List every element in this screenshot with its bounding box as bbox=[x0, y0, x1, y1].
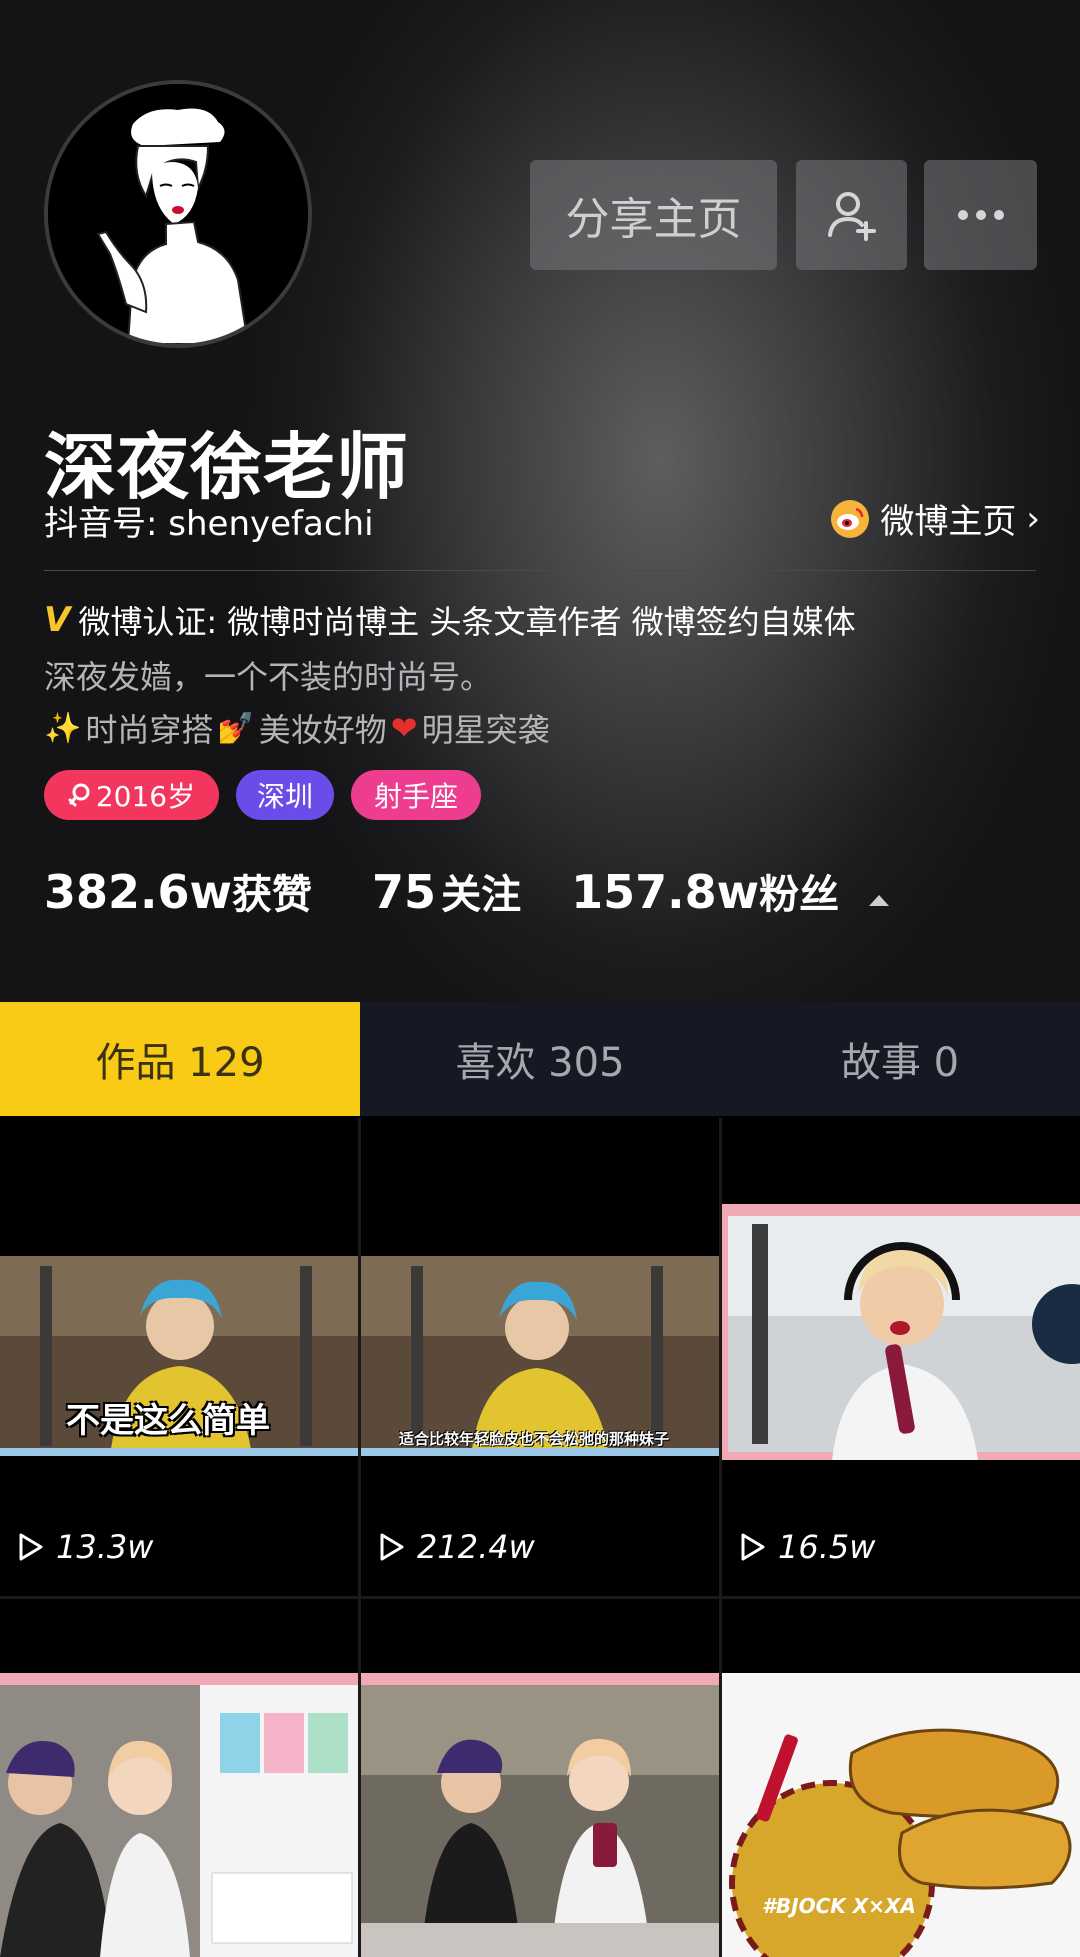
likes-label: 获赞 bbox=[232, 872, 312, 918]
video-card[interactable]: #BJOCK X×XA bbox=[722, 1599, 1080, 1957]
female-icon bbox=[68, 783, 90, 807]
weibo-profile-link[interactable]: 微博主页 › bbox=[830, 494, 1040, 543]
avatar-illustration bbox=[48, 84, 308, 344]
following-label: 关注 bbox=[441, 872, 522, 918]
grid-divider bbox=[719, 1118, 722, 1957]
video-thumbnail bbox=[0, 1673, 358, 1957]
video-thumbnail bbox=[361, 1673, 719, 1957]
tag-zodiac: 射手座 bbox=[351, 770, 481, 820]
fans-label: 粉丝 bbox=[759, 872, 840, 918]
more-button[interactable] bbox=[924, 160, 1037, 270]
stats-row: 382.6w获赞 75 关注 157.8w粉丝 bbox=[44, 862, 893, 920]
expand-up-icon[interactable] bbox=[865, 890, 893, 908]
nail-polish-icon: 💅 bbox=[217, 710, 255, 746]
view-count-label: 16.5w bbox=[778, 1528, 876, 1566]
tag-age: 2016岁 bbox=[44, 770, 219, 820]
video-card[interactable]: 16.5w bbox=[722, 1118, 1080, 1596]
video-thumbnail: #BJOCK X×XA bbox=[722, 1673, 1080, 1957]
tag-city-label: 深圳 bbox=[256, 780, 313, 813]
view-count: 212.4w bbox=[377, 1528, 535, 1566]
svg-text:#BJOCK X×XA: #BJOCK X×XA bbox=[762, 1894, 916, 1918]
tab-works[interactable]: 作品 129 bbox=[0, 1002, 360, 1116]
chevron-right-icon: › bbox=[1026, 498, 1040, 539]
tag-age-label: 2016岁 bbox=[95, 780, 196, 813]
grid-divider bbox=[358, 1118, 361, 1957]
fans-stat[interactable]: 157.8w粉丝 bbox=[571, 862, 839, 920]
video-thumbnail bbox=[722, 1204, 1080, 1460]
bio-line-2: ✨ 时尚穿搭 💅 美妆好物 ❤ 明星突袭 bbox=[44, 705, 550, 751]
verification-line: V 微博认证: 微博时尚博主 头条文章作者 微博签约自媒体 bbox=[44, 597, 856, 643]
profile-header: 分享主页 深夜徐老师 抖音号: shenyefachi 微博主页 › V 微博认… bbox=[0, 0, 1080, 1002]
play-icon bbox=[741, 1533, 765, 1561]
bio-line-1: 深夜发嫱，一个不装的时尚号。 bbox=[44, 658, 493, 696]
video-card[interactable]: 不是这么简单 13.3w bbox=[0, 1118, 358, 1596]
video-caption: 适合比较年轻脸皮也不会松弛的那种妹子 bbox=[399, 1430, 670, 1448]
bio-part-3: 明星突袭 bbox=[421, 711, 550, 749]
share-profile-label: 分享主页 bbox=[565, 194, 742, 245]
tab-stories[interactable]: 故事 0 bbox=[720, 1002, 1080, 1116]
content-tabs: 作品 129 喜欢 305 故事 0 bbox=[0, 1002, 1080, 1116]
video-thumbnail bbox=[361, 1256, 719, 1456]
sparkles-icon: ✨ bbox=[44, 710, 82, 746]
video-card[interactable] bbox=[361, 1599, 719, 1957]
tag-zodiac-label: 射手座 bbox=[373, 780, 458, 813]
likes-count: 382.6w bbox=[44, 865, 232, 919]
fans-count: 157.8w bbox=[571, 865, 760, 919]
verification-text: 微博认证: 微博时尚博主 头条文章作者 微博签约自媒体 bbox=[78, 603, 856, 641]
more-dots-icon bbox=[957, 210, 1004, 220]
grid-divider bbox=[0, 1596, 1080, 1599]
video-caption: 不是这么简单 bbox=[66, 1401, 270, 1441]
add-friend-button[interactable] bbox=[796, 160, 907, 270]
view-count-label: 13.3w bbox=[56, 1528, 154, 1566]
weibo-link-label: 微博主页 bbox=[880, 502, 1017, 542]
heart-icon: ❤ bbox=[390, 709, 418, 747]
divider bbox=[44, 570, 1036, 571]
following-count: 75 bbox=[372, 865, 437, 919]
bio-part-2: 美妆好物 bbox=[258, 711, 387, 749]
verified-v-icon: V bbox=[44, 600, 71, 640]
douyin-id[interactable]: 抖音号: shenyefachi bbox=[44, 496, 374, 545]
play-icon bbox=[19, 1533, 43, 1561]
following-stat[interactable]: 75 关注 bbox=[372, 862, 521, 920]
bio-part-1: 时尚穿搭 bbox=[85, 711, 214, 749]
weibo-icon bbox=[831, 499, 870, 538]
video-card[interactable] bbox=[0, 1599, 358, 1957]
view-count: 16.5w bbox=[738, 1528, 875, 1566]
add-user-icon bbox=[827, 192, 876, 241]
likes-stat[interactable]: 382.6w获赞 bbox=[44, 862, 312, 920]
view-count: 13.3w bbox=[16, 1528, 153, 1566]
view-count-label: 212.4w bbox=[417, 1528, 535, 1566]
play-icon bbox=[380, 1533, 404, 1561]
tab-likes[interactable]: 喜欢 305 bbox=[360, 1002, 720, 1116]
video-card[interactable]: 适合比较年轻脸皮也不会松弛的那种妹子 212.4w bbox=[361, 1118, 719, 1596]
share-profile-button[interactable]: 分享主页 bbox=[530, 160, 777, 270]
tag-city: 深圳 bbox=[236, 770, 334, 820]
avatar[interactable] bbox=[44, 80, 312, 348]
